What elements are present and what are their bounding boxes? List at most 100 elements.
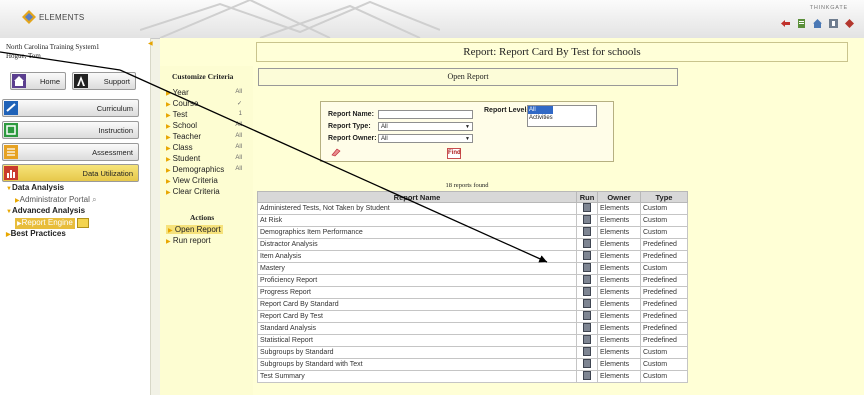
customize-criteria-title: Customize Criteria [172,72,234,81]
run-report-button[interactable] [576,214,598,227]
column-owner[interactable]: Owner [597,191,641,203]
table-row[interactable]: Subgroups by Standard with Text Elements C… [257,358,688,371]
run-report-button[interactable] [576,334,598,347]
table-row[interactable]: Standard Analysis Elements Predefined [257,322,688,335]
report-name-cell[interactable]: Administered Tests, Not Taken by Student [257,202,577,215]
run-report-button[interactable] [576,370,598,383]
report-name-cell[interactable]: Subgroups by Standard with Text [257,358,577,371]
criteria-item[interactable]: ▶ Student All [166,154,250,164]
run-report-button[interactable] [576,202,598,215]
table-row[interactable]: Subgroups by Standard Elements Custom [257,346,688,359]
table-row[interactable]: Distractor Analysis Elements Predefined [257,238,688,251]
support-button[interactable]: Support [72,72,136,90]
criteria-item[interactable]: ▶ Demographics All [166,165,250,175]
report-name-input[interactable] [378,110,473,119]
criteria-item[interactable]: ▶ School All [166,121,250,131]
criteria-item[interactable]: ▶ Clear Criteria [166,187,250,197]
criteria-item[interactable]: ▶ Test 1 [166,110,250,120]
report-name-cell[interactable]: Report Card By Test [257,310,577,323]
main-panel: Report: Report Card By Test for schools … [160,38,864,395]
report-owner-select[interactable]: All ▼ [378,134,473,143]
search-icon: ⌕ [92,194,97,204]
assessment-button[interactable]: Assessment [2,143,139,161]
curriculum-icon [4,101,18,115]
document-icon[interactable] [797,19,806,28]
run-report-button[interactable] [576,226,598,239]
help-icon[interactable] [829,19,838,28]
owner-cell: Elements [597,322,641,335]
data-utilization-button[interactable]: Data Utilization [2,164,139,182]
tree-data-analysis[interactable]: ▼Data Analysis [6,183,97,195]
report-name-cell[interactable]: Standard Analysis [257,322,577,335]
run-report-button[interactable] [576,346,598,359]
criteria-item[interactable]: ▶ Teacher All [166,132,250,142]
criteria-item[interactable]: ▶ Year All [166,88,250,98]
report-name-cell[interactable]: Test Summary [257,370,577,383]
tree-advanced-analysis[interactable]: ▼Advanced Analysis [6,206,97,218]
report-name-cell[interactable]: Subgroups by Standard [257,346,577,359]
run-document-icon [583,311,591,320]
run-report-button[interactable] [576,322,598,335]
table-row[interactable]: Report Card By Standard Elements Predefine… [257,298,688,311]
report-levels-listbox[interactable]: All Activities [527,105,597,127]
report-name-cell[interactable]: Progress Report [257,286,577,299]
instruction-button[interactable]: Instruction [2,121,139,139]
report-name-cell[interactable]: Item Analysis [257,250,577,263]
tree-best-practices[interactable]: ▶Best Practices [6,229,97,241]
tree-report-engine[interactable]: ▶Report Engine [6,217,97,230]
arrow-right-icon: ▶ [166,135,171,141]
table-row[interactable]: Item Analysis Elements Predefined [257,250,688,263]
criteria-item[interactable]: ▶ Class All [166,143,250,153]
run-report-button[interactable] [576,262,598,275]
curriculum-button[interactable]: Curriculum [2,99,139,117]
run-report-button[interactable] [576,298,598,311]
assessment-label: Assessment [92,147,133,157]
table-row[interactable]: Proficiency Report Elements Predefined [257,274,688,287]
report-level-option[interactable]: Activities [528,114,596,122]
back-arrow-icon[interactable] [781,19,790,28]
criteria-item[interactable]: ▶ View Criteria [166,176,250,186]
arrow-right-icon: ▶ [166,91,171,97]
table-row[interactable]: At Risk Elements Custom [257,214,688,227]
home-icon[interactable] [813,19,822,28]
table-row[interactable]: Demographics Item Performance Elements Cus… [257,226,688,239]
table-row[interactable]: Report Card By Test Elements Predefined [257,310,688,323]
criteria-item[interactable]: ▶ Course ✓ [166,99,250,109]
report-name-cell[interactable]: At Risk [257,214,577,227]
run-report-button[interactable] [576,238,598,251]
table-row[interactable]: Administered Tests, Not Taken by Student… [257,202,688,215]
elements-logo[interactable]: ELEMENTS [22,10,85,24]
column-type[interactable]: Type [640,191,688,203]
report-name-cell[interactable]: Report Card By Standard [257,298,577,311]
table-row[interactable]: Mastery Elements Custom [257,262,688,275]
run-report-button[interactable] [576,250,598,263]
report-name-cell[interactable]: Demographics Item Performance [257,226,577,239]
home-button[interactable]: Home [10,72,66,90]
table-row[interactable]: Test Summary Elements Custom [257,370,688,383]
run-report-button[interactable] [576,358,598,371]
run-report-button[interactable] [576,274,598,287]
tree-administrator-portal[interactable]: ▶Administrator Portal ⌕ [6,195,97,207]
table-row[interactable]: Progress Report Elements Predefined [257,286,688,299]
report-level-option[interactable]: All [528,106,553,114]
criteria-value: All [235,89,242,95]
report-type-select[interactable]: All ▼ [378,122,473,131]
column-report-name[interactable]: Report Name [257,191,577,203]
table-row[interactable]: Statistical Report Elements Predefined [257,334,688,347]
collapse-sidebar-icon[interactable]: ◀ [148,40,153,47]
criteria-label: Demographics [172,165,225,174]
report-name-cell[interactable]: Mastery [257,262,577,275]
type-cell: Predefined [640,334,688,347]
open-report-action[interactable]: ▶ Open Report [166,225,223,234]
logout-icon[interactable] [845,19,854,28]
open-report-header[interactable]: Open Report [258,68,678,86]
report-name-cell[interactable]: Distractor Analysis [257,238,577,251]
run-report-button[interactable] [576,286,598,299]
run-report-action[interactable]: ▶ Run report [166,236,211,245]
eraser-icon[interactable] [331,147,341,157]
run-report-button[interactable] [576,310,598,323]
report-name-cell[interactable]: Statistical Report [257,334,577,347]
column-run[interactable]: Run [576,191,598,203]
report-name-cell[interactable]: Proficiency Report [257,274,577,287]
find-button[interactable]: Find [447,148,461,159]
